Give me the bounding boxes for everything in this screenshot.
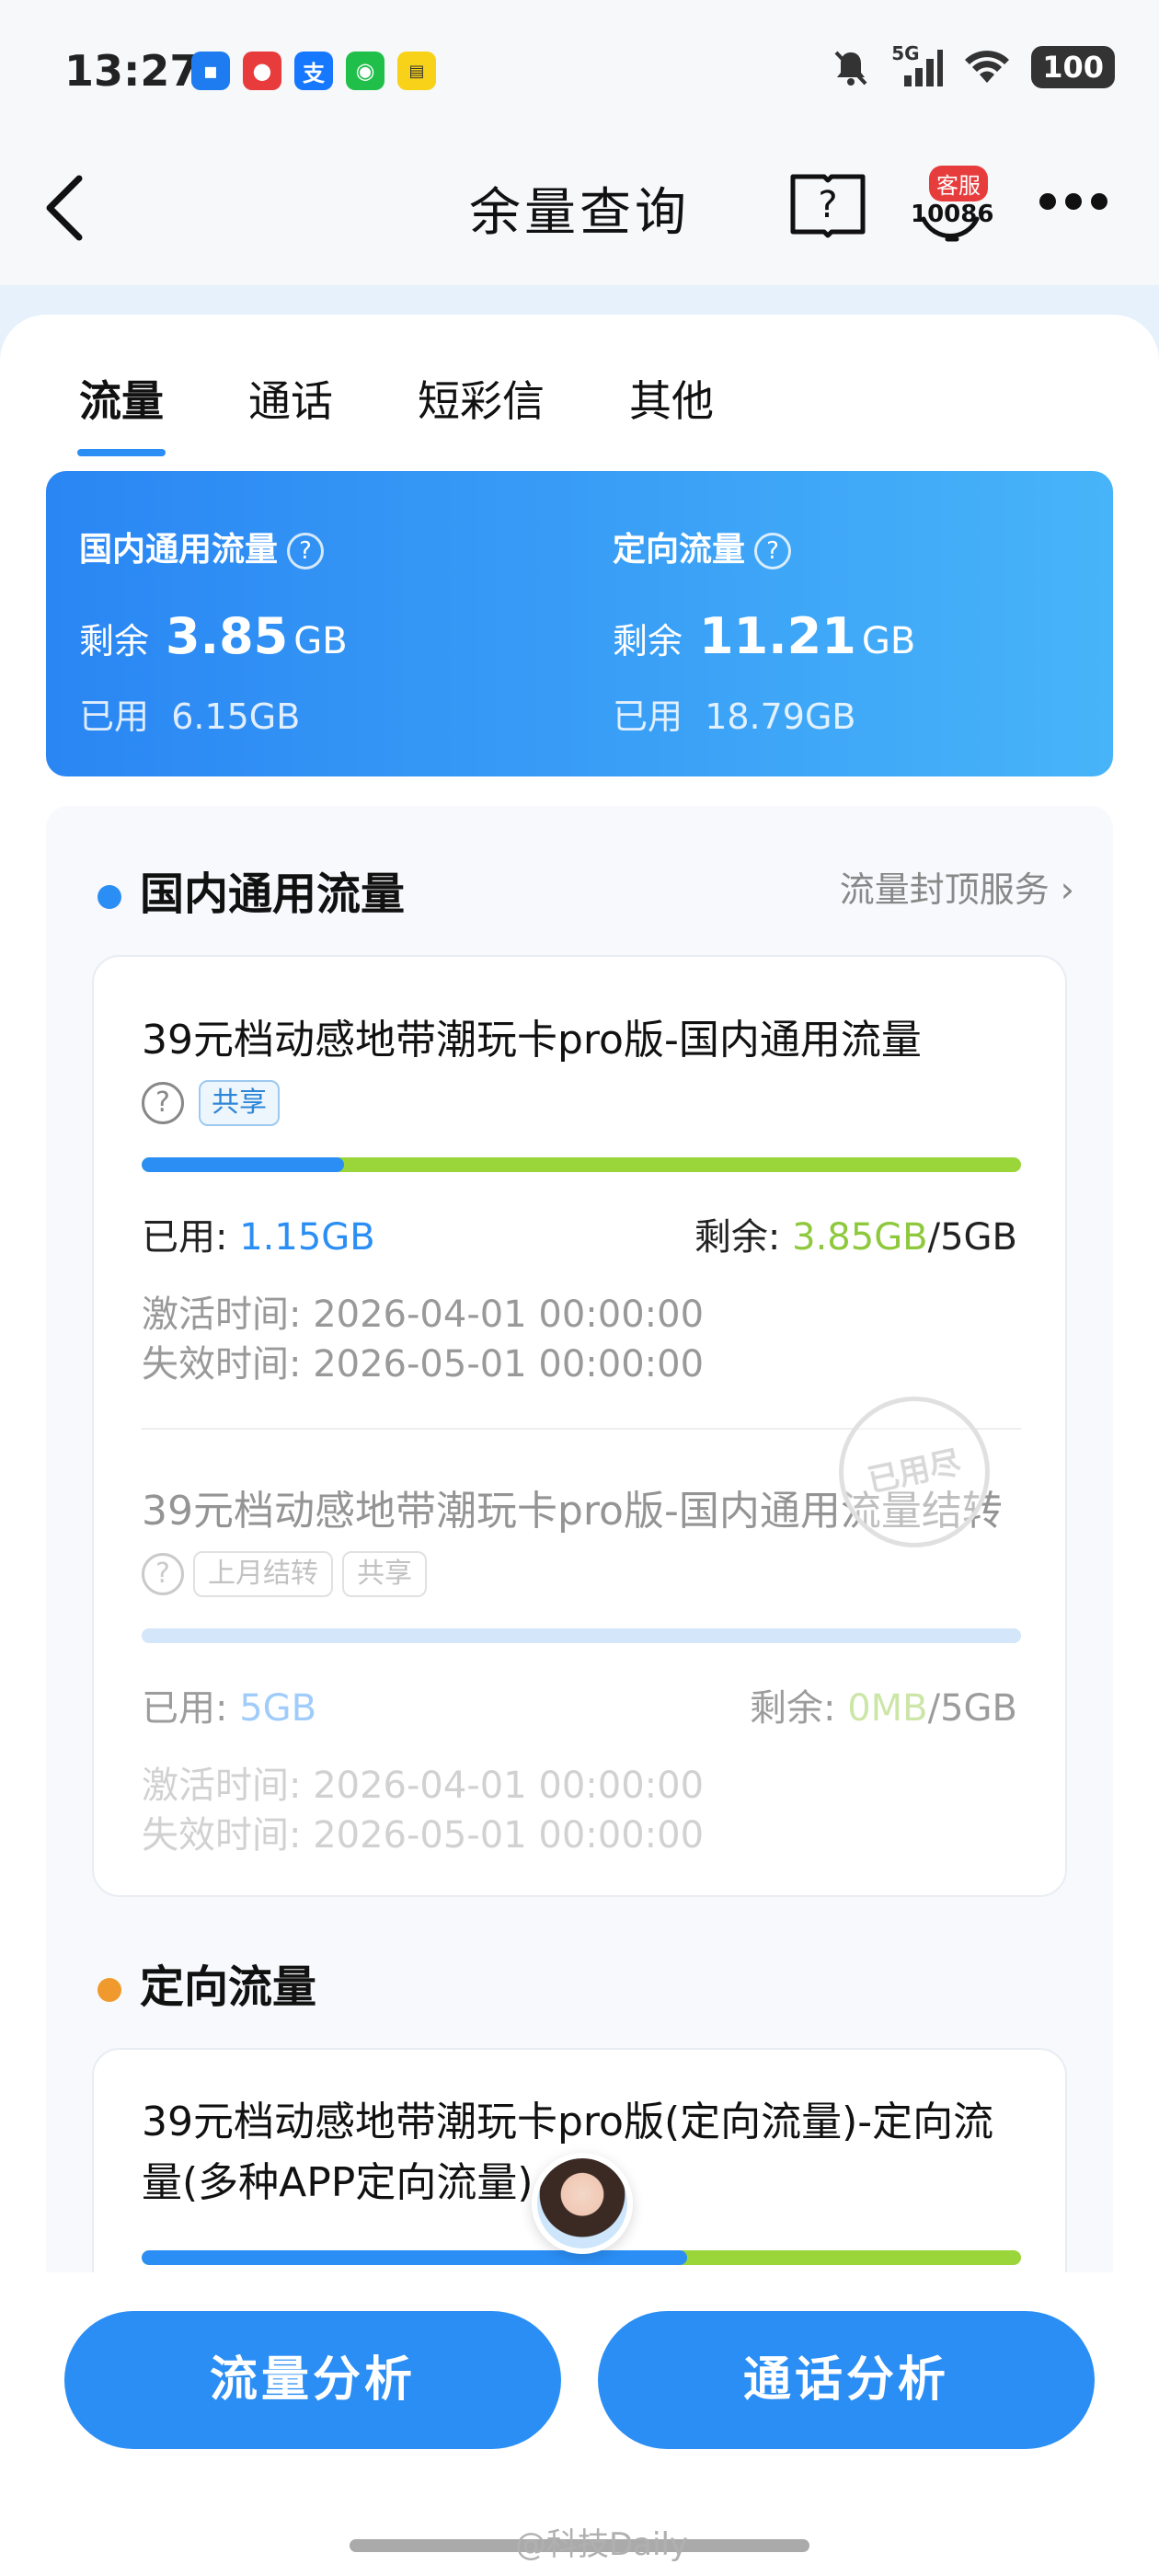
watermark: @科技Daily xyxy=(515,2526,689,2563)
wifi-icon xyxy=(965,51,1010,83)
expiry-time: 失效时间: 2026-05-01 00:00:00 xyxy=(142,1814,705,1857)
tab-sms[interactable]: 短彩信 xyxy=(418,368,545,429)
help-book-icon[interactable]: ? xyxy=(789,171,866,241)
help-circle-icon[interactable]: ? xyxy=(287,533,325,569)
battery-indicator: 100 xyxy=(1031,46,1115,88)
used-label: 已用: xyxy=(142,1216,228,1259)
rollover-remaining-row: 剩余: 0MB/5GB xyxy=(750,1678,1017,1731)
general-summary-title-text: 国内通用流量 xyxy=(79,531,279,569)
tab-other[interactable]: 其他 xyxy=(629,368,714,429)
usage-progress-fill xyxy=(142,1157,344,1172)
wechat-app-icon: ◉ xyxy=(346,52,384,90)
activation-time: 激活时间: 2026-04-01 00:00:00 xyxy=(142,1294,705,1336)
status-time: 13:27 xyxy=(64,46,200,96)
expiry-time: 失效时间: 2026-05-01 00:00:00 xyxy=(142,1343,705,1386)
package-title: 39元档动感地带潮玩卡pro版-国内通用流量? 共享 xyxy=(142,1010,1025,1132)
section-general-title-text: 国内通用流量 xyxy=(140,868,406,920)
used-value: 5GB xyxy=(239,1687,317,1730)
directed-progress-fill xyxy=(142,2250,687,2265)
service-badge[interactable]: 客服 xyxy=(929,166,988,201)
directed-summary-title: 定向流量? xyxy=(613,523,792,570)
signal-icon: 5G xyxy=(891,42,944,88)
used-value: 1.15GB xyxy=(239,1216,375,1259)
assistant-avatar[interactable] xyxy=(532,2153,633,2254)
general-remaining-label: 剩余 xyxy=(79,621,150,661)
yellow-app-icon: ▤ xyxy=(397,52,436,90)
rollover-tag: 上月结转 xyxy=(193,1551,333,1597)
activation-time: 激活时间: 2026-04-01 00:00:00 xyxy=(142,1765,705,1807)
status-bar: 13:27 ▪ ● 支 ◉ ▤ 5G 100 xyxy=(0,0,1159,138)
general-package-card: 39元档动感地带潮玩卡pro版-国内通用流量? 共享 已用: 1.15GB 剩余:… xyxy=(92,955,1067,1897)
svg-text:?: ? xyxy=(818,184,837,226)
directed-remaining-value: 11.21 xyxy=(699,607,856,665)
general-remaining-unit: GB xyxy=(293,620,348,662)
help-circle-icon[interactable]: ? xyxy=(142,1553,184,1595)
general-remaining-value: 3.85 xyxy=(166,607,289,665)
general-remaining: 剩余 3.85 GB xyxy=(79,607,348,665)
general-used: 已用 6.15GB xyxy=(79,688,300,739)
directed-used-label: 已用 xyxy=(613,696,683,737)
help-circle-icon[interactable]: ? xyxy=(754,533,792,569)
shared-tag: 共享 xyxy=(199,1080,280,1126)
orange-dot-icon xyxy=(98,1978,121,2002)
system-icons: 5G 100 xyxy=(831,42,1115,88)
directed-remaining: 剩余 11.21 GB xyxy=(613,607,915,665)
notification-icons: ▪ ● 支 ◉ ▤ xyxy=(191,52,436,90)
message-app-icon: ▪ xyxy=(191,52,230,90)
directed-used-value: 18.79GB xyxy=(705,696,856,737)
more-menu-icon[interactable] xyxy=(1039,193,1107,210)
mute-bell-icon xyxy=(834,51,867,86)
section-general-title: 国内通用流量 xyxy=(98,857,405,922)
rollover-used-row: 已用: 5GB xyxy=(142,1678,316,1731)
usage-progress-bar xyxy=(142,1157,1021,1172)
tab-data[interactable]: 流量 xyxy=(77,368,166,456)
rollover-progress-fill xyxy=(142,1628,1021,1643)
network-type: 5G xyxy=(891,42,920,64)
directed-remaining-unit: GB xyxy=(861,620,916,662)
used-label: 已用: xyxy=(142,1687,228,1730)
general-used-label: 已用 xyxy=(79,696,150,737)
shared-tag: 共享 xyxy=(342,1551,427,1597)
directed-used: 已用 18.79GB xyxy=(613,688,856,739)
tab-calls[interactable]: 通话 xyxy=(248,368,333,429)
call-analysis-button[interactable]: 通话分析 xyxy=(598,2311,1095,2449)
section-directed-title-text: 定向流量 xyxy=(140,1961,317,2013)
service-number[interactable]: 10086 xyxy=(911,201,993,228)
remaining-value: 0MB xyxy=(847,1687,928,1730)
remaining-label: 剩余: xyxy=(750,1687,836,1730)
help-circle-icon[interactable]: ? xyxy=(142,1082,184,1124)
directed-remaining-label: 剩余 xyxy=(613,621,683,661)
tab-bar: 流量 通话 短彩信 其他 xyxy=(77,368,714,456)
remaining-total: /5GB xyxy=(927,1687,1017,1730)
general-summary-title: 国内通用流量? xyxy=(79,523,325,570)
remaining-label: 剩余: xyxy=(694,1216,781,1259)
blue-dot-icon xyxy=(98,885,121,909)
general-used-value: 6.15GB xyxy=(171,696,301,737)
rollover-progress-bar xyxy=(142,1628,1021,1643)
package-title-text: 39元档动感地带潮玩卡pro版-国内通用流量 xyxy=(142,1017,922,1064)
summary-card: 国内通用流量? 剩余 3.85 GB 已用 6.15GB 定向流量? 剩余 11.21… xyxy=(46,471,1113,776)
directed-summary-title-text: 定向流量 xyxy=(613,531,746,569)
data-analysis-button[interactable]: 流量分析 xyxy=(64,2311,561,2449)
used-row: 已用: 1.15GB xyxy=(142,1207,375,1260)
alipay-app-icon: 支 xyxy=(294,52,333,90)
jd-app-icon: ● xyxy=(243,52,281,90)
remaining-total: /5GB xyxy=(927,1216,1017,1259)
remaining-value: 3.85GB xyxy=(792,1216,928,1259)
remaining-row: 剩余: 3.85GB/5GB xyxy=(694,1207,1017,1260)
section-directed-title: 定向流量 xyxy=(98,1950,316,2015)
data-cap-service-link[interactable]: 流量封顶服务 › xyxy=(840,861,1074,912)
